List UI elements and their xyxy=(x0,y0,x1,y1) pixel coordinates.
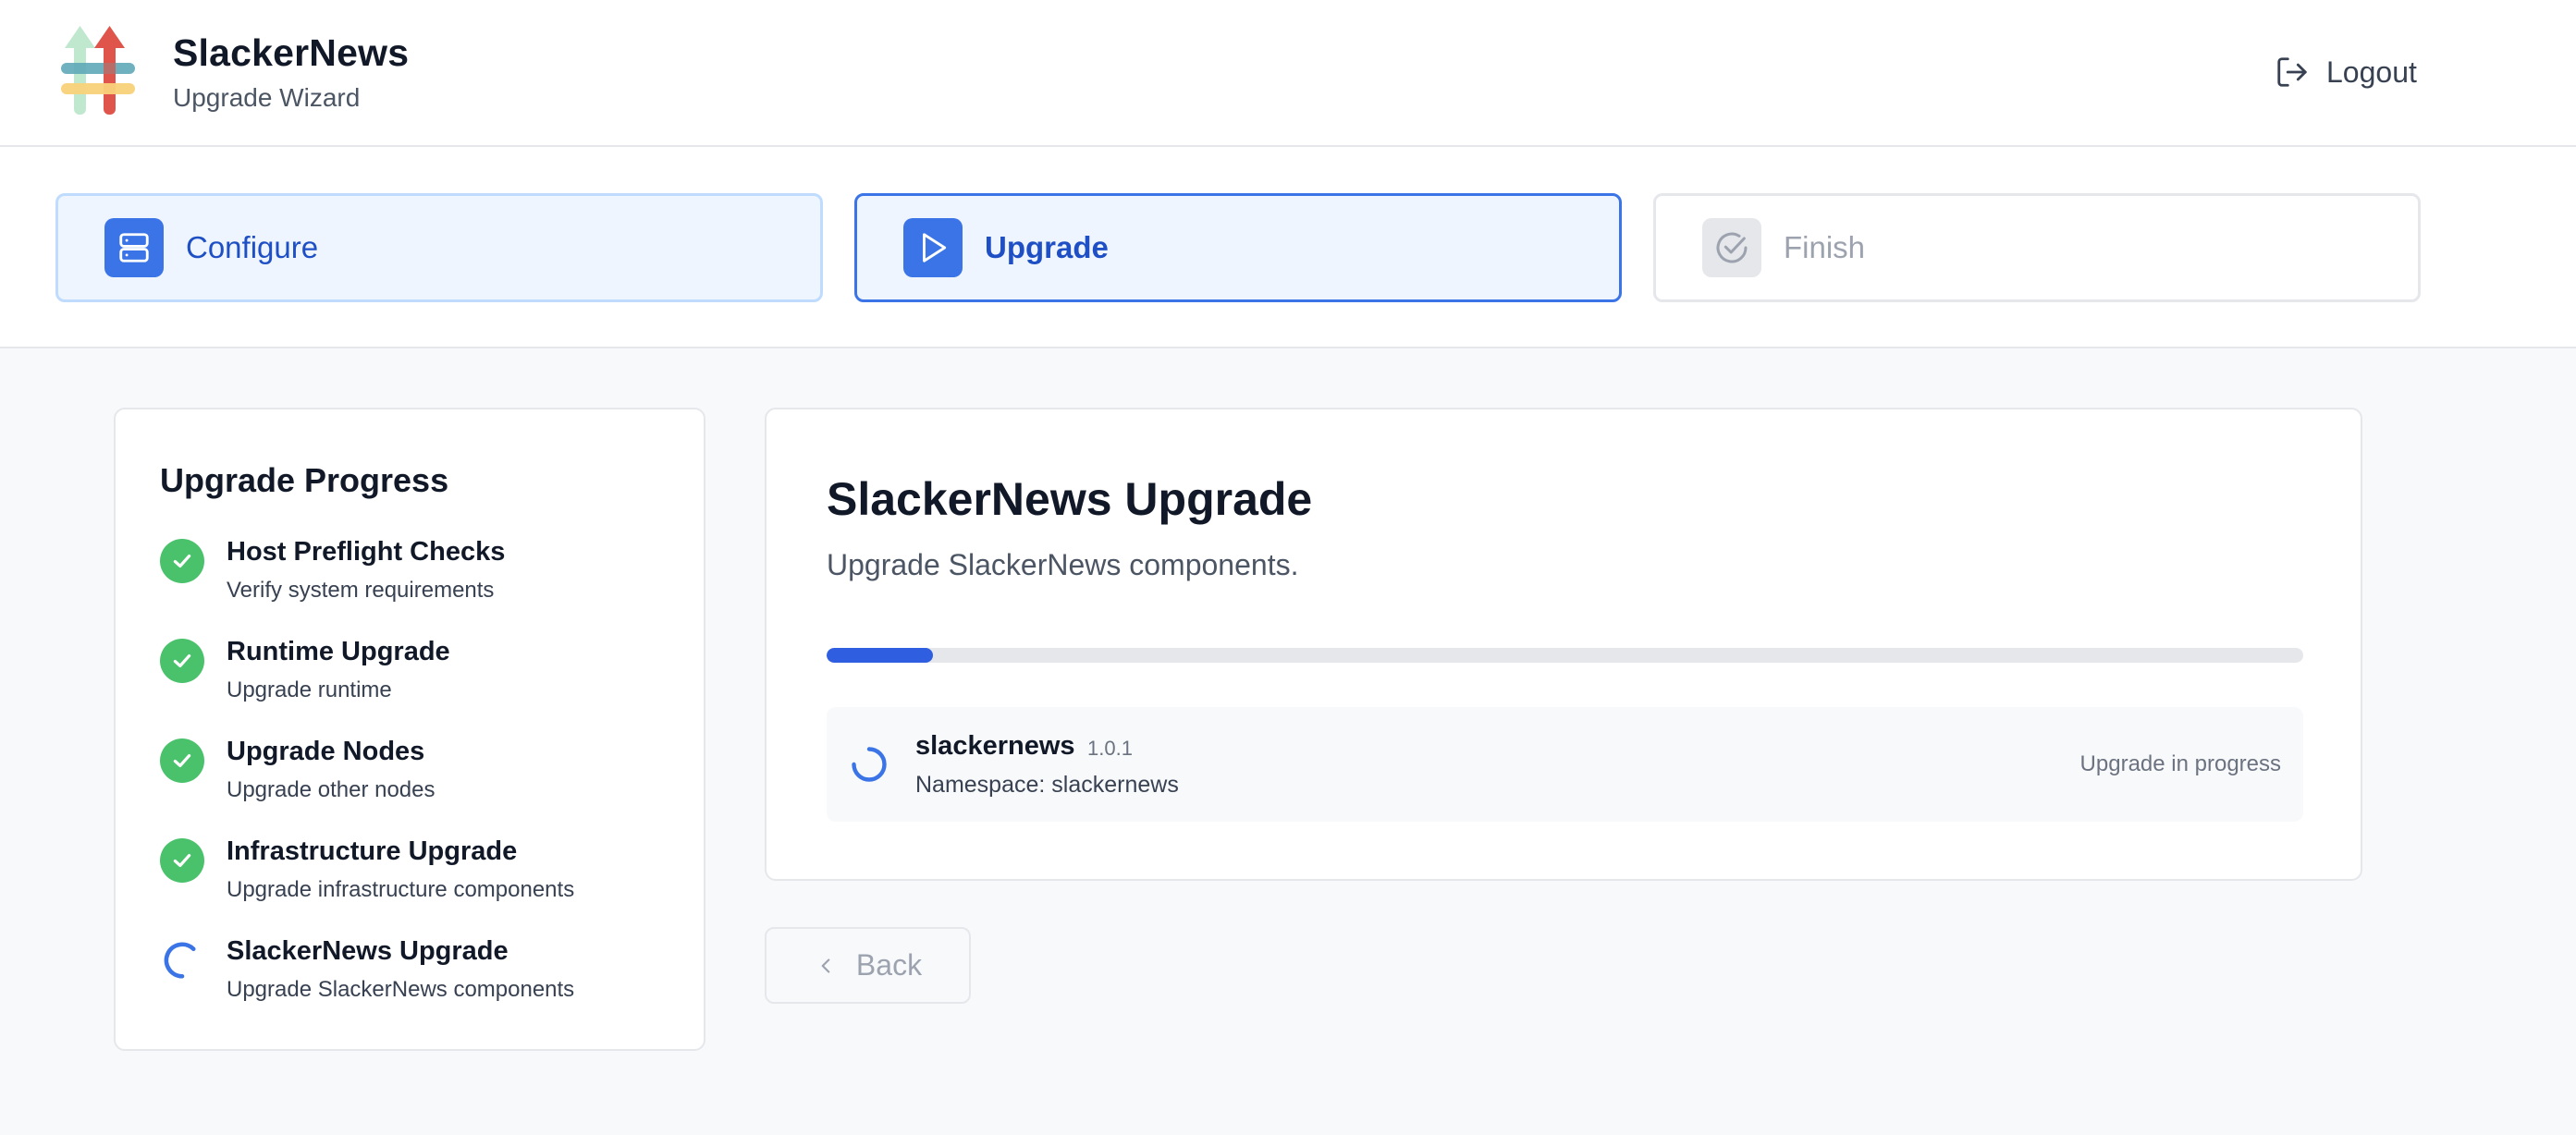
app-logo xyxy=(61,26,135,115)
back-label: Back xyxy=(855,948,923,982)
spinner-icon xyxy=(160,938,204,982)
page-title: SlackerNews Upgrade xyxy=(827,473,1313,525)
check-icon xyxy=(160,838,204,883)
spinner-icon xyxy=(852,747,887,782)
app-subtitle: Upgrade Wizard xyxy=(173,83,361,112)
step-upgrade[interactable]: Upgrade xyxy=(854,193,1622,302)
progress-item-nodes: Upgrade Nodes Upgrade other nodes xyxy=(160,737,678,820)
step-label: Upgrade xyxy=(985,230,1109,264)
progress-item-runtime: Runtime Upgrade Upgrade runtime xyxy=(160,637,678,720)
app-header: SlackerNews Upgrade Wizard Logout xyxy=(0,0,2576,147)
progress-item-description: Upgrade SlackerNews components xyxy=(227,977,575,1002)
progress-item-description: Verify system requirements xyxy=(227,578,495,603)
step-configure[interactable]: Configure xyxy=(55,193,823,302)
progress-item-title: SlackerNews Upgrade xyxy=(227,936,509,966)
upgrade-progress-panel: Upgrade Progress Host Preflight Checks V… xyxy=(114,408,705,1051)
upgrade-progress-bar xyxy=(827,648,2303,663)
component-version: 1.0.1 xyxy=(1087,737,1133,760)
step-finish[interactable]: Finish xyxy=(1653,193,2421,302)
play-icon xyxy=(903,218,963,277)
upgrade-progress-fill xyxy=(827,648,933,663)
upgrade-main-card: SlackerNews Upgrade Upgrade SlackerNews … xyxy=(765,408,2362,881)
logout-button[interactable]: Logout xyxy=(2275,52,2417,92)
step-label: Configure xyxy=(186,230,319,264)
progress-item-title: Infrastructure Upgrade xyxy=(227,836,518,866)
progress-item-description: Upgrade other nodes xyxy=(227,777,435,802)
check-icon xyxy=(160,738,204,783)
page-description: Upgrade SlackerNews components. xyxy=(827,548,1299,581)
progress-item-title: Runtime Upgrade xyxy=(227,637,450,666)
progress-item-preflight: Host Preflight Checks Verify system requ… xyxy=(160,537,678,620)
wizard-steps: Configure Upgrade Finish xyxy=(0,147,2576,348)
progress-item-infrastructure: Infrastructure Upgrade Upgrade infrastru… xyxy=(160,836,678,920)
progress-item-description: Upgrade infrastructure components xyxy=(227,877,575,902)
app-title: SlackerNews xyxy=(173,31,410,74)
server-icon xyxy=(104,218,164,277)
step-label: Finish xyxy=(1784,230,1866,264)
chevron-left-icon xyxy=(821,958,830,973)
component-namespace: Namespace: slackernews xyxy=(915,772,1179,798)
component-row: slackernews 1.0.1 Namespace: slackernews… xyxy=(827,707,2303,822)
progress-item-description: Upgrade runtime xyxy=(227,677,392,702)
logout-icon xyxy=(2277,57,2307,87)
progress-item-slackernews: SlackerNews Upgrade Upgrade SlackerNews … xyxy=(160,936,678,1019)
check-circle-icon xyxy=(1702,218,1761,277)
back-button[interactable]: Back xyxy=(765,927,971,1004)
check-icon xyxy=(160,539,204,583)
logout-label: Logout xyxy=(2326,55,2417,89)
component-status: Upgrade in progress xyxy=(2079,751,2281,776)
progress-title: Upgrade Progress xyxy=(160,461,449,499)
check-icon xyxy=(160,639,204,683)
progress-item-title: Upgrade Nodes xyxy=(227,737,425,766)
component-name: slackernews xyxy=(915,731,1075,761)
progress-item-title: Host Preflight Checks xyxy=(227,537,506,567)
